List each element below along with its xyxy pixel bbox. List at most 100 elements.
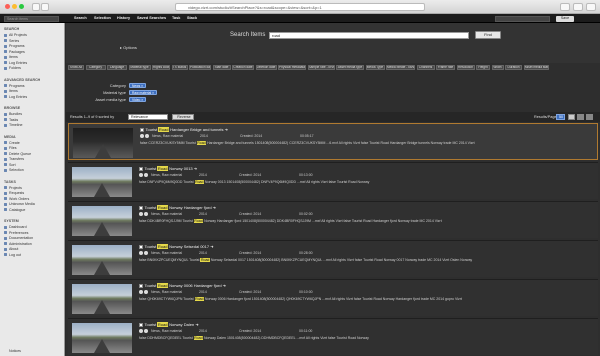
result-row[interactable]: Tourist Road Norway Selsedal 0017 ➜ News,… [68,240,598,277]
result-row[interactable]: Tourist Road Norway 0006 Hardanger fjord… [68,279,598,316]
filter-button[interactable]: Category [85,65,106,70]
arrow-right-icon[interactable]: ➜ [194,322,198,327]
sidebar-item[interactable]: Selection [4,168,24,172]
arrow-right-icon[interactable]: ➜ [193,166,197,171]
nav-saved-searches[interactable]: Saved Searches [137,16,166,20]
filter-button[interactable]: Deletion date [255,65,277,70]
sidebar-item[interactable]: Packages [4,50,25,54]
filter-button[interactable]: Material type [128,65,151,70]
result-checkbox[interactable] [139,167,143,171]
result-title[interactable]: Tourist Road Norway Dalen ➜ [139,322,199,327]
sidebar-item[interactable]: Preferences [4,231,28,235]
sidebar-item[interactable]: Programs [4,84,25,88]
sidebar-item[interactable]: Create [4,141,20,145]
thumbnail-view-icon[interactable] [586,114,593,120]
filter-button[interactable]: Asset media type [336,65,364,70]
arrow-right-icon[interactable]: ➜ [223,127,228,132]
result-row[interactable]: Tourist Road Norway Hardanger fjord ➜ New… [68,201,598,238]
sidebar-item[interactable]: Delete Queue [4,152,31,156]
result-row[interactable]: Tourist Road Norway 0013 ➜ News, Raw mate… [68,162,598,199]
result-thumbnail[interactable] [72,245,132,275]
sidebar-item[interactable]: About [4,247,18,251]
back-button[interactable] [32,3,40,11]
sidebar-item[interactable]: Administration [4,242,32,246]
list-view-icon[interactable] [568,114,575,120]
sidebar-item[interactable]: Transfers [4,157,24,161]
nav-stack[interactable]: Stack [187,16,197,20]
nav-selection[interactable]: Selection [94,16,111,20]
result-row[interactable]: Tourist Road Norway Dalen ➜ News, Raw mat… [68,318,598,355]
sidebar-item[interactable]: Catalogue [4,208,25,212]
filter-button[interactable]: Sample rate - kHz [307,65,335,70]
filter-button[interactable]: Duration [505,65,522,70]
global-search-input[interactable]: Search items [4,15,59,22]
result-thumbnail[interactable] [72,206,132,236]
sidebar-item[interactable]: Sort [4,163,16,167]
reverse-button[interactable]: Reverse [172,114,194,120]
result-thumbnail[interactable] [72,167,132,197]
filter-button[interactable]: Height [476,65,490,70]
grid-view-icon[interactable] [577,114,584,120]
result-title[interactable]: Tourist Road Norway Hardanger fjord ➜ [139,205,216,210]
forward-button[interactable] [41,3,49,11]
filter-button[interactable]: Asset media status [523,65,549,70]
sidebar-item[interactable]: Bundles [4,112,22,116]
result-title[interactable]: Tourist Road Norway 0013 ➜ [139,166,197,171]
find-button[interactable]: Find [475,31,501,39]
sidebar-item[interactable]: Series [4,39,19,43]
nav-history[interactable]: History [117,16,130,20]
filter-button[interactable]: Media bitrate - kb/s [386,65,415,70]
result-checkbox[interactable] [140,128,144,132]
result-checkbox[interactable] [139,323,143,327]
result-checkbox[interactable] [139,284,143,288]
filter-button[interactable]: TX status [171,65,188,70]
result-thumbnail[interactable] [73,128,133,158]
minimize-window-icon[interactable] [12,4,17,9]
zoom-window-icon[interactable] [19,4,24,9]
new-tab-button[interactable] [586,3,596,11]
filter-button[interactable]: Show All [68,65,84,70]
result-thumbnail[interactable] [72,323,132,353]
filter-button[interactable]: Creation date [232,65,254,70]
result-thumbnail[interactable] [72,284,132,314]
filter-button[interactable]: Resolution [456,65,475,70]
facet-media-type-tag[interactable]: Video × [129,96,147,102]
nav-task[interactable]: Task [172,16,180,20]
filter-button[interactable]: Width [491,65,504,70]
result-title[interactable]: Tourist Road Norway Selsedal 0017 ➜ [139,244,214,249]
arrow-right-icon[interactable]: ➜ [222,283,226,288]
result-title[interactable]: Tourist Road Hardanger Bridge and tunnel… [140,127,228,132]
address-bar[interactable]: vidego.vizrt.com/studio/#SearchPlace?&s=… [175,3,425,11]
sidebar-item[interactable]: Projects [4,186,22,190]
sidebar-item[interactable]: Folders [4,66,21,70]
filter-button[interactable]: Publication date [189,65,211,70]
facet-category-tag[interactable]: News × [129,82,147,88]
per-page-select[interactable]: 50 [556,114,565,120]
sidebar-footer-notices[interactable]: Notices [9,349,21,353]
search-query-input[interactable]: road [269,31,469,39]
tabs-button[interactable] [573,3,583,11]
facet-material-tag[interactable]: Raw material × [129,89,158,95]
share-button[interactable] [560,3,570,11]
sidebar-item[interactable]: Documentation [4,236,33,240]
filter-button[interactable]: Start date [212,65,231,70]
sidebar-item[interactable]: Log out [4,253,21,257]
options-toggle[interactable]: ▸ Options [120,45,137,50]
close-window-icon[interactable] [5,4,10,9]
filter-button[interactable]: Frame rate [436,65,455,70]
sidebar-item[interactable]: Unknown Media [4,202,35,206]
sidebar-item[interactable]: Files [4,146,17,150]
result-checkbox[interactable] [139,206,143,210]
sidebar-item[interactable]: Programs [4,44,25,48]
result-title[interactable]: Tourist Road Norway 0006 Hardanger fjord… [139,283,226,288]
sidebar-item[interactable]: Tasks [4,118,18,122]
result-checkbox[interactable] [139,245,143,249]
sidebar-item[interactable]: Timeline [4,123,22,127]
result-row[interactable]: Tourist Road Hardanger Bridge and tunnel… [68,123,598,160]
sidebar-item[interactable]: Work Orders [4,197,29,201]
quick-search-input[interactable] [495,15,550,22]
filter-button[interactable]: Media Type [365,65,385,70]
sidebar-item[interactable]: All Projects [4,33,27,37]
sidebar-item[interactable]: Requests [4,191,24,195]
filter-button[interactable]: Physical metadata [278,65,306,70]
